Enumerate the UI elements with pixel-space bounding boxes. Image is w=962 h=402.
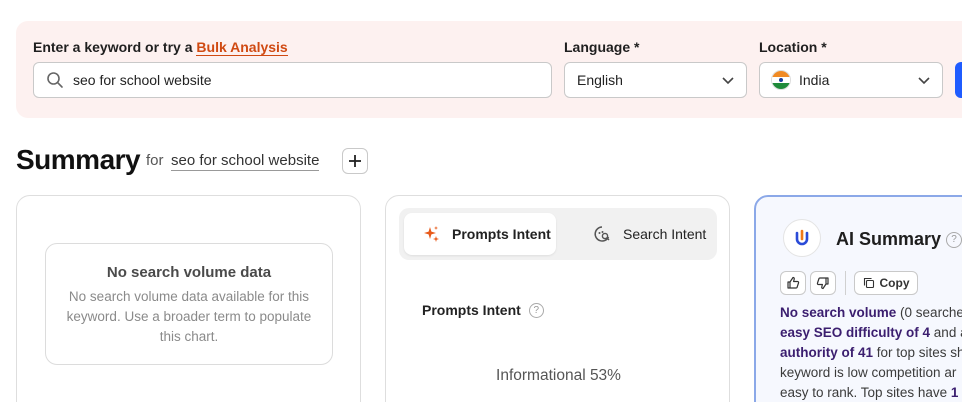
ai-text-bold: easy SEO difficulty of 4 bbox=[780, 325, 931, 340]
sparkle-icon bbox=[422, 225, 440, 243]
location-select[interactable]: India bbox=[759, 62, 943, 98]
search-volume-card: No search volume data No search volume d… bbox=[16, 195, 361, 402]
ai-summary-card: AI Summary ? Copy No search volume (0 se… bbox=[754, 195, 962, 402]
copy-icon bbox=[863, 277, 875, 289]
chevron-down-icon bbox=[721, 73, 735, 87]
tab-search-intent[interactable]: Search Intent bbox=[577, 213, 713, 255]
page: Enter a keyword or try a Bulk Analysis s… bbox=[0, 0, 962, 402]
copy-button-label: Copy bbox=[879, 276, 910, 290]
keyword-label-text: Enter a keyword or try a bbox=[33, 39, 193, 55]
ai-summary-title: AI Summary ? bbox=[836, 229, 962, 250]
tab-search-intent-label: Search Intent bbox=[623, 226, 707, 242]
bulk-analysis-link[interactable]: Bulk Analysis bbox=[196, 39, 288, 56]
prompts-intent-heading-text: Prompts Intent bbox=[422, 302, 521, 318]
location-value: India bbox=[799, 72, 830, 88]
empty-state-description: No search volume data available for this… bbox=[66, 289, 312, 344]
ai-logo-icon bbox=[783, 219, 821, 257]
empty-state-title: No search volume data bbox=[106, 264, 272, 281]
summary-for-text: for bbox=[146, 152, 164, 169]
language-label: Language * bbox=[564, 39, 640, 55]
india-flag-icon bbox=[771, 70, 791, 90]
tab-prompts-intent-label: Prompts Intent bbox=[452, 226, 551, 242]
language-value: English bbox=[577, 72, 623, 88]
search-submit-button[interactable] bbox=[955, 62, 962, 98]
ai-summary-text: No search volume (0 searche easy SEO dif… bbox=[780, 303, 962, 402]
prompts-intent-heading: Prompts Intent ? bbox=[422, 302, 544, 318]
keyword-value: seo for school website bbox=[73, 72, 212, 88]
search-icon bbox=[46, 71, 64, 89]
ai-summary-title-text: AI Summary bbox=[836, 229, 942, 249]
ai-text: and a bbox=[933, 325, 962, 340]
search-panel: Enter a keyword or try a Bulk Analysis s… bbox=[16, 21, 962, 118]
copy-button[interactable]: Copy bbox=[854, 271, 918, 295]
tab-prompts-intent[interactable]: Prompts Intent bbox=[404, 213, 556, 255]
add-keyword-button[interactable] bbox=[342, 148, 368, 174]
intent-tabs: Prompts Intent Search Intent bbox=[399, 208, 717, 260]
ai-text: keyword is low competition ar bbox=[780, 365, 957, 380]
language-select[interactable]: English bbox=[564, 62, 747, 98]
empty-state: No search volume data No search volume d… bbox=[45, 243, 333, 365]
keyword-label: Enter a keyword or try a Bulk Analysis bbox=[33, 39, 288, 56]
help-icon[interactable]: ? bbox=[946, 231, 962, 248]
ai-text: (0 searche bbox=[896, 305, 962, 320]
summary-title: Summary bbox=[16, 144, 141, 175]
thumbs-down-button[interactable] bbox=[810, 271, 836, 295]
ai-text-bold: 1 bbox=[950, 385, 959, 400]
location-label: Location * bbox=[759, 39, 827, 55]
ai-text-bold: No search volume bbox=[780, 305, 897, 320]
summary-keyword: seo for school website bbox=[171, 152, 320, 171]
divider bbox=[845, 271, 846, 295]
keyword-input[interactable]: seo for school website bbox=[33, 62, 552, 98]
plus-icon bbox=[349, 155, 361, 167]
thumbs-up-button[interactable] bbox=[780, 271, 806, 295]
help-icon[interactable]: ? bbox=[528, 302, 544, 318]
ai-text-bold: authority of 41 bbox=[780, 345, 874, 360]
thumbs-down-icon bbox=[816, 277, 829, 290]
ai-text: easy to rank. Top sites have bbox=[780, 385, 951, 400]
chevron-down-icon bbox=[917, 73, 931, 87]
ai-text: for top sites sh bbox=[873, 345, 962, 360]
intent-value: Informational 53% bbox=[496, 367, 621, 384]
thumbs-up-icon bbox=[787, 276, 800, 289]
search-intent-icon bbox=[593, 225, 611, 243]
intent-card: Prompts Intent Search Intent Prompts Int… bbox=[385, 195, 730, 402]
